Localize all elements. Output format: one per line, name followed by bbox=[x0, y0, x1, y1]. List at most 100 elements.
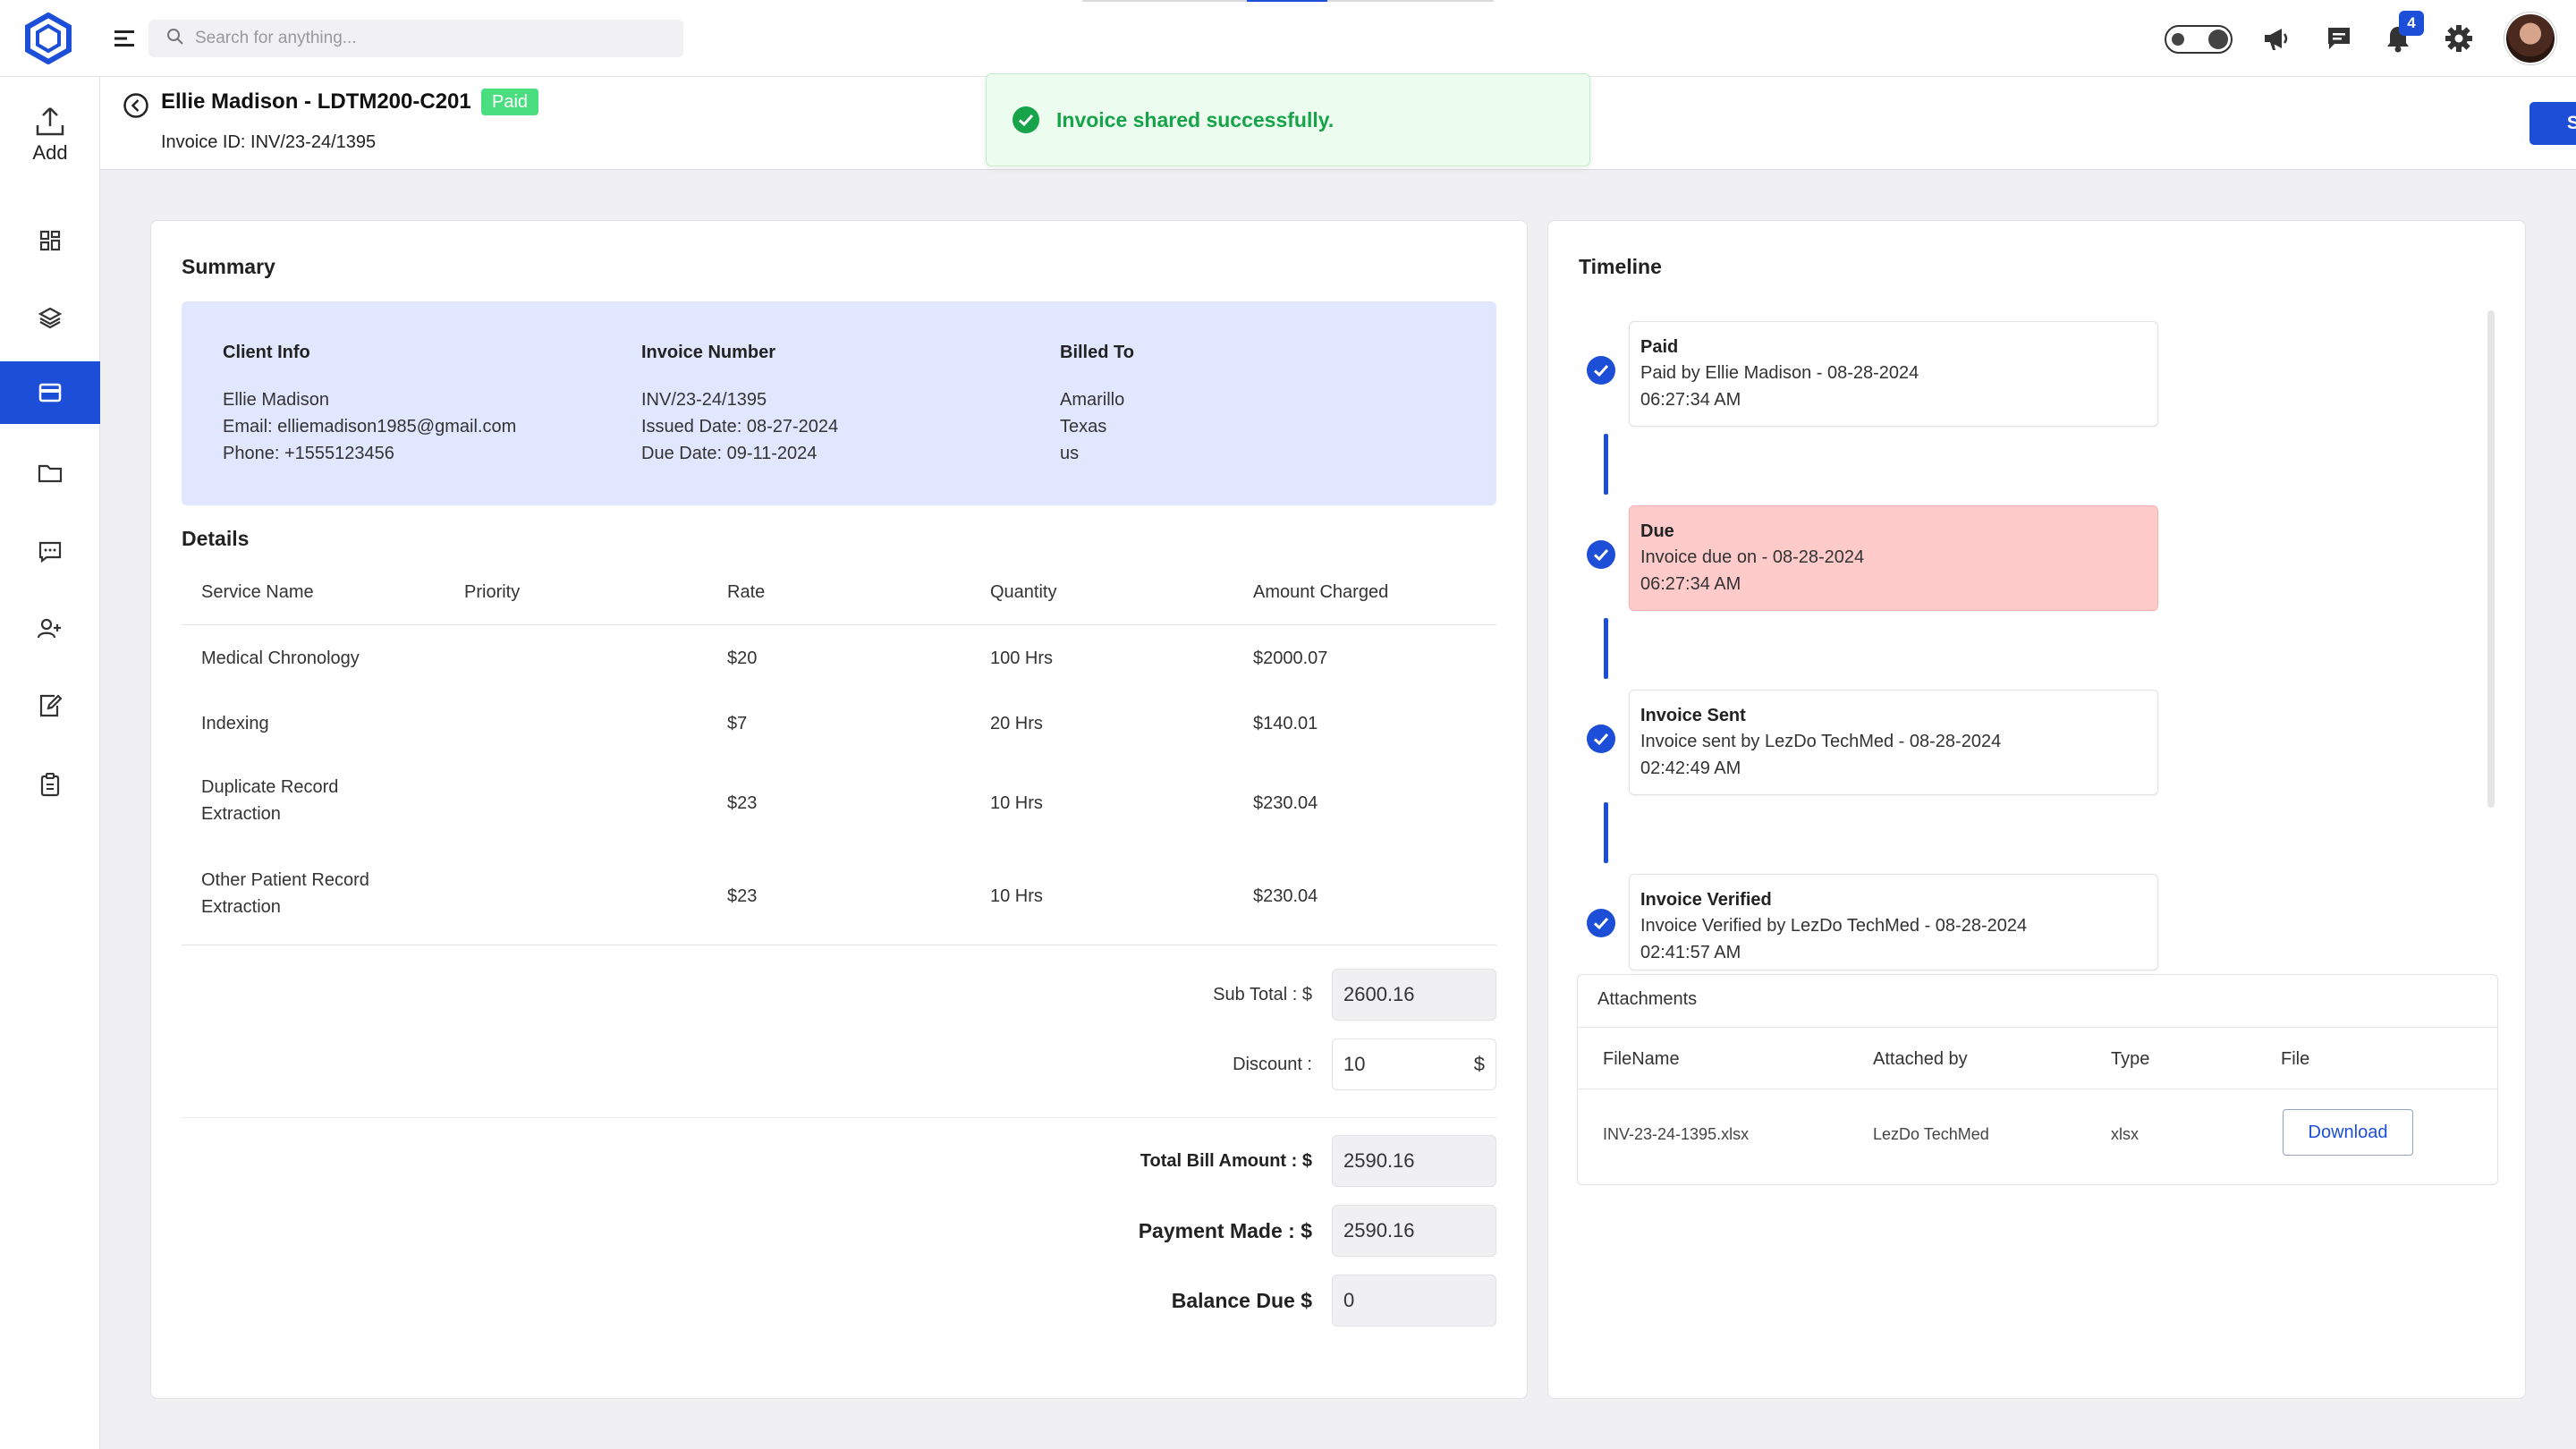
billed-city: Amarillo bbox=[1060, 390, 1125, 410]
rate: $20 bbox=[727, 648, 758, 668]
col-type: Type bbox=[2111, 1049, 2150, 1069]
col-service-name: Service Name bbox=[201, 582, 314, 602]
col-attached-by: Attached by bbox=[1873, 1049, 1968, 1069]
timeline-card: Timeline Paid Paid by Ellie Madison - 08… bbox=[1547, 220, 2526, 1399]
timeline-event-paid: Paid Paid by Ellie Madison - 08-28-2024 … bbox=[1629, 321, 2158, 427]
back-arrow-icon[interactable] bbox=[122, 91, 150, 120]
event-title: Paid bbox=[1640, 337, 1679, 357]
service-name-line: Extraction bbox=[201, 804, 281, 824]
event-description: Invoice due on - 08-28-2024 bbox=[1640, 547, 1865, 567]
message-icon bbox=[38, 541, 62, 564]
search-bar[interactable] bbox=[148, 20, 683, 57]
service-name: Medical Chronology bbox=[201, 648, 360, 668]
users-icon bbox=[37, 618, 61, 639]
hamburger-icon[interactable] bbox=[113, 27, 136, 50]
rate: $7 bbox=[727, 714, 748, 733]
theme-toggle-icon[interactable] bbox=[2165, 25, 2233, 54]
timeline-title: Timeline bbox=[1579, 255, 1662, 278]
gear-icon[interactable] bbox=[2438, 18, 2479, 59]
balance-due-row: Balance Due $ 0 bbox=[1172, 1275, 1496, 1326]
attachments-panel: Attachments FileName Attached by Type Fi… bbox=[1577, 974, 2498, 1185]
dashboard-icon bbox=[39, 230, 61, 251]
billing-card-icon bbox=[38, 383, 62, 402]
download-button[interactable]: Download bbox=[2283, 1109, 2413, 1156]
service-name-line: Duplicate Record bbox=[201, 777, 339, 797]
sidebar-item-messages[interactable] bbox=[0, 521, 100, 583]
billed-to-info: Billed To Amarillo Texas us bbox=[1060, 343, 1134, 467]
col-filename: FileName bbox=[1603, 1049, 1680, 1069]
invoice-id-label: Invoice ID: INV/23-24/1395 bbox=[161, 132, 377, 152]
share-button[interactable]: Share bbox=[2529, 102, 2576, 145]
col-file: File bbox=[2281, 1049, 2310, 1069]
chat-icon[interactable] bbox=[2318, 18, 2360, 59]
sidebar-item-folder[interactable] bbox=[0, 442, 100, 504]
layers-icon bbox=[38, 307, 62, 329]
rate: $23 bbox=[727, 886, 758, 906]
page-title: Ellie Madison - LDTM200-C201 bbox=[161, 89, 471, 114]
check-circle-icon bbox=[1587, 540, 1615, 569]
summary-card: Summary Client Info Ellie Madison Email:… bbox=[150, 220, 1528, 1399]
client-phone: Phone: +1555123456 bbox=[223, 444, 394, 463]
discount-field[interactable]: 10 $ bbox=[1332, 1038, 1496, 1090]
table-row: Indexing $7 20 Hrs $140.01 bbox=[182, 692, 1496, 759]
sidebar-item-users[interactable] bbox=[0, 597, 100, 660]
event-time: 02:41:57 AM bbox=[1640, 943, 1741, 962]
announcement-icon[interactable] bbox=[2256, 18, 2297, 59]
total-bill-value: 2590.16 bbox=[1343, 1149, 1415, 1172]
edit-note-icon bbox=[39, 694, 62, 717]
attachment-filename: INV-23-24-1395.xlsx bbox=[1603, 1125, 1750, 1143]
top-bar: 4 bbox=[0, 0, 2576, 77]
payment-made-value: 2590.16 bbox=[1343, 1219, 1415, 1241]
sidebar-item-dashboard[interactable] bbox=[0, 209, 100, 272]
col-amount-charged: Amount Charged bbox=[1253, 582, 1389, 602]
timeline-scrollbar[interactable] bbox=[2487, 310, 2495, 808]
invoice-number-heading: Invoice Number bbox=[641, 343, 776, 362]
discount-value: 10 bbox=[1343, 1053, 1366, 1075]
success-toast: Invoice shared successfully. bbox=[986, 73, 1590, 166]
summary-info-box: Client Info Ellie Madison Email: elliema… bbox=[182, 301, 1496, 505]
timeline-event-invoice-sent: Invoice Sent Invoice sent by LezDo TechM… bbox=[1629, 690, 2158, 795]
attachments-header: FileName Attached by Type File bbox=[1578, 1027, 2497, 1089]
event-title: Due bbox=[1640, 521, 1674, 541]
table-row: Medical Chronology $20 100 Hrs $2000.07 bbox=[182, 625, 1496, 692]
attachment-attached-by: LezDo TechMed bbox=[1873, 1125, 1989, 1143]
loading-progress bbox=[1082, 0, 1494, 2]
sidebar: Add bbox=[0, 77, 100, 1449]
balance-due-label: Balance Due $ bbox=[1171, 1288, 1312, 1312]
billed-to-heading: Billed To bbox=[1060, 343, 1134, 362]
client-name: Ellie Madison bbox=[223, 390, 329, 410]
status-badge: Paid bbox=[481, 89, 539, 115]
sidebar-item-edit[interactable] bbox=[0, 674, 100, 737]
amount-charged: $2000.07 bbox=[1253, 648, 1328, 668]
avatar[interactable] bbox=[2504, 13, 2556, 64]
payment-made-field: 2590.16 bbox=[1332, 1205, 1496, 1257]
col-quantity: Quantity bbox=[990, 582, 1057, 602]
search-input[interactable] bbox=[195, 29, 660, 48]
notification-count-badge: 4 bbox=[2399, 11, 2424, 36]
client-info: Client Info Ellie Madison Email: elliema… bbox=[223, 343, 516, 467]
timeline-connector bbox=[1604, 434, 1608, 495]
clipboard-icon bbox=[40, 773, 60, 797]
subtotal-row: Sub Total : $ 2600.16 bbox=[1213, 969, 1496, 1021]
logo-icon[interactable] bbox=[25, 12, 72, 65]
service-name: Other Patient Record Extraction bbox=[201, 867, 369, 920]
sidebar-item-clipboard[interactable] bbox=[0, 753, 100, 816]
amount-charged: $230.04 bbox=[1253, 793, 1318, 813]
attachment-type: xlsx bbox=[2111, 1125, 2139, 1143]
subtotal-label: Sub Total : $ bbox=[1213, 984, 1312, 1004]
sidebar-item-billing[interactable] bbox=[0, 361, 100, 424]
total-bill-row: Total Bill Amount : $ 2590.16 bbox=[1140, 1135, 1496, 1187]
sidebar-item-layers[interactable] bbox=[0, 286, 100, 349]
issued-date: Issued Date: 08-27-2024 bbox=[641, 417, 839, 436]
add-button[interactable]: Add bbox=[0, 106, 100, 170]
due-date: Due Date: 09-11-2024 bbox=[641, 444, 818, 463]
event-description: Invoice Verified by LezDo TechMed - 08-2… bbox=[1640, 916, 2028, 936]
billed-state: Texas bbox=[1060, 417, 1107, 436]
invoice-number-value: INV/23-24/1395 bbox=[641, 390, 767, 410]
timeline-connector bbox=[1604, 618, 1608, 679]
event-time: 02:42:49 AM bbox=[1640, 758, 1741, 778]
col-rate: Rate bbox=[727, 582, 766, 602]
client-email: Email: elliemadison1985@gmail.com bbox=[223, 417, 517, 436]
total-bill-field: 2590.16 bbox=[1332, 1135, 1496, 1187]
event-description: Invoice sent by LezDo TechMed - 08-28-20… bbox=[1640, 732, 2002, 751]
